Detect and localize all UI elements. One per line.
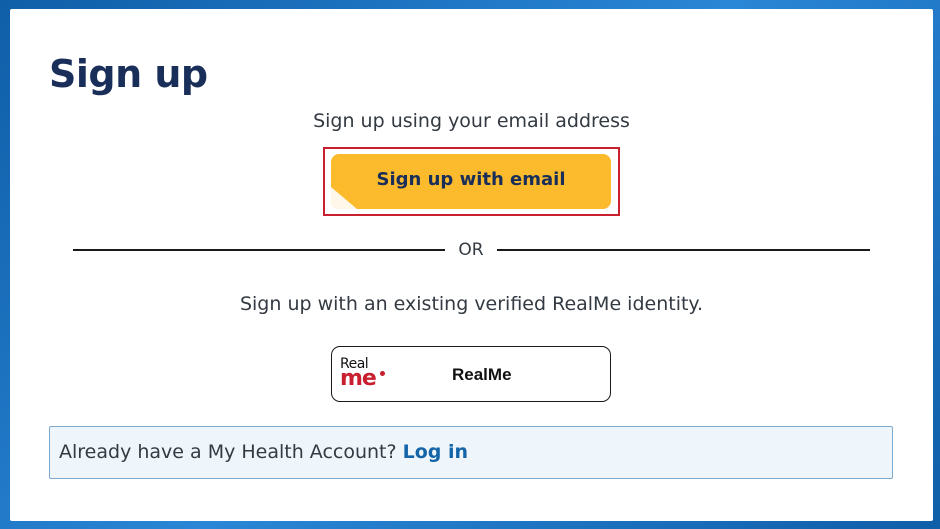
divider-line-left <box>73 249 445 251</box>
sign-up-with-email-label: Sign up with email <box>376 169 566 190</box>
realme-logo-registered-mark <box>380 371 385 376</box>
realme-signup-intro: Sign up with an existing verified RealMe… <box>239 293 704 315</box>
sign-up-with-email-button[interactable]: Sign up with email <box>331 154 611 209</box>
page-title: Sign up <box>49 52 208 96</box>
login-prompt-panel: Already have a My Health Account? Log in <box>49 426 893 479</box>
email-signup-intro: Sign up using your email address <box>313 110 630 132</box>
or-divider: OR <box>73 240 870 260</box>
button-corner-fold <box>331 187 357 209</box>
login-prompt-text: Already have a My Health Account? <box>59 441 397 463</box>
realme-button-label: RealMe <box>452 365 512 384</box>
divider-line-right <box>497 249 870 251</box>
signup-card: Sign up Sign up using your email address… <box>10 9 933 521</box>
login-prompt: Already have a My Health Account? Log in <box>59 441 468 463</box>
realme-button[interactable]: Real me RealMe <box>331 346 611 402</box>
realme-logo: Real me <box>340 356 386 392</box>
log-in-link[interactable]: Log in <box>403 441 468 463</box>
realme-logo-me-text: me <box>340 366 377 391</box>
divider-or-text: OR <box>458 240 484 260</box>
